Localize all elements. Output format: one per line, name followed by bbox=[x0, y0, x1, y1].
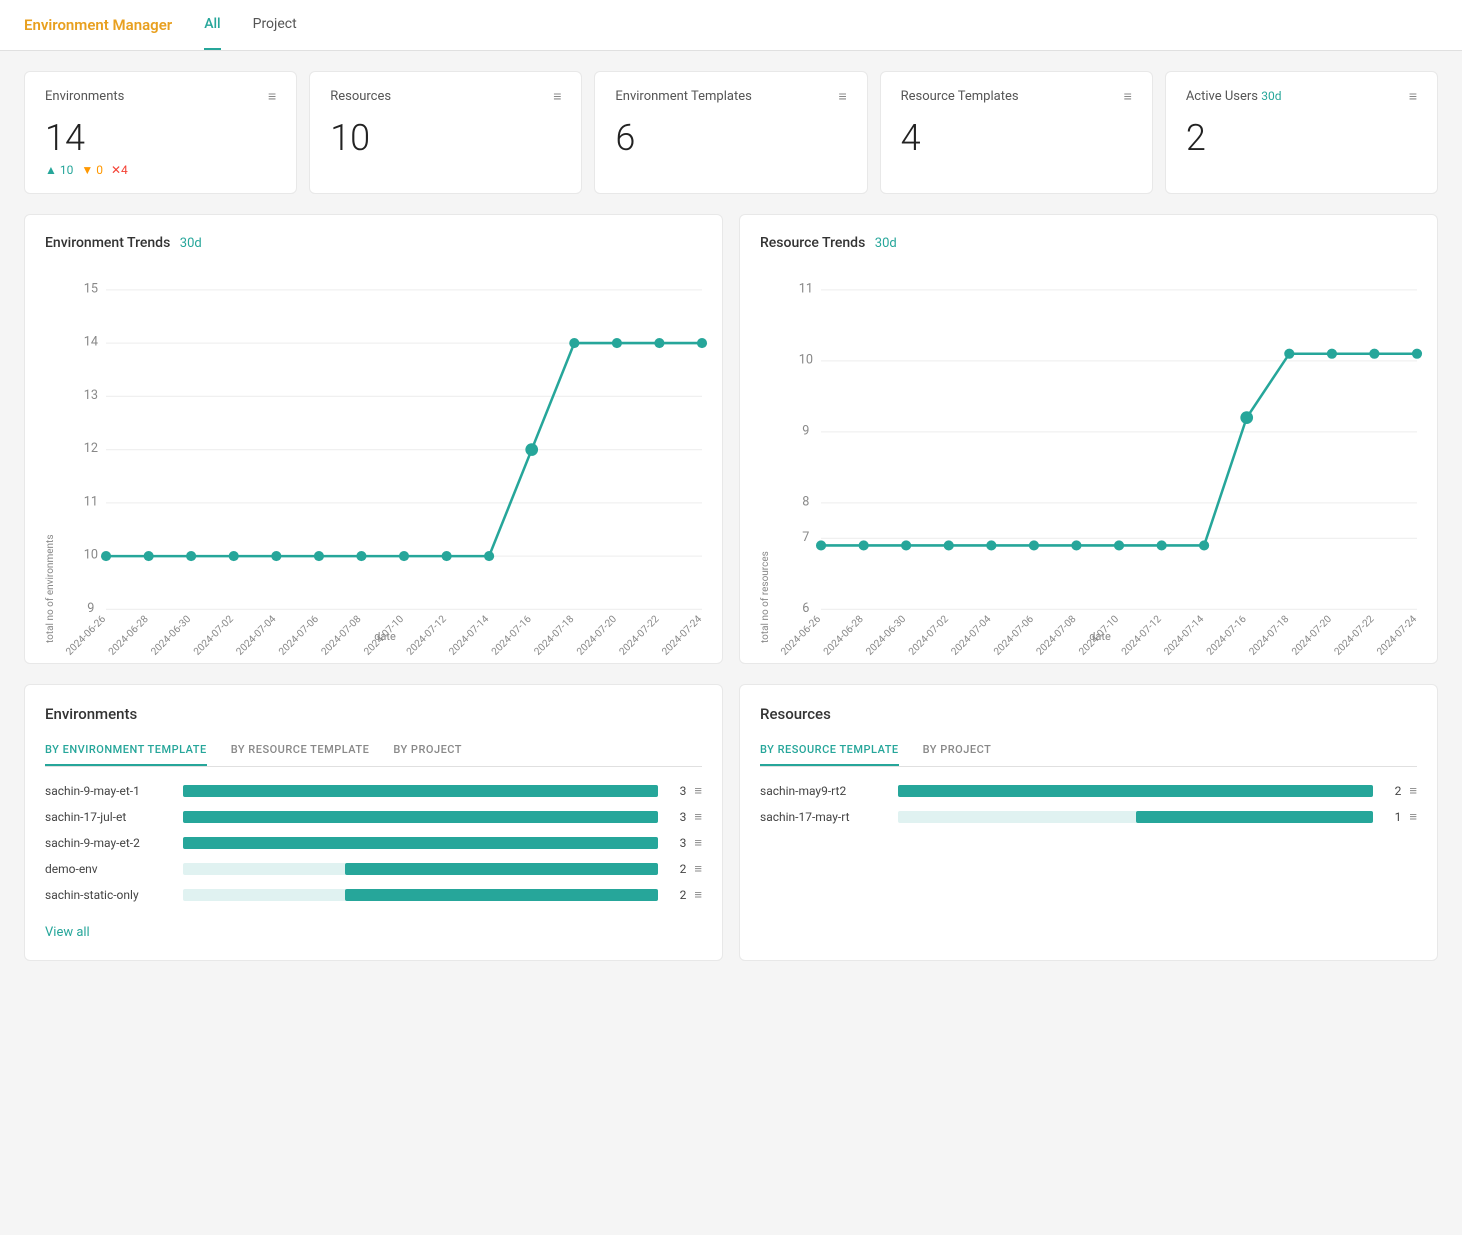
env-trends-period: 30d bbox=[180, 236, 202, 251]
list-item: sachin-9-may-et-1 3 ≡ bbox=[45, 783, 702, 799]
tab-by-env-template[interactable]: BY ENVIRONMENT TEMPLATE bbox=[45, 735, 207, 766]
res-trends-card: Resource Trends 30d total no of resource… bbox=[739, 214, 1438, 664]
resources-card-title: Resources bbox=[330, 89, 391, 104]
list-item: sachin-9-may-et-2 3 ≡ bbox=[45, 835, 702, 851]
view-all-link[interactable]: View all bbox=[45, 925, 90, 940]
active-users-value: 2 bbox=[1186, 117, 1417, 159]
svg-text:13: 13 bbox=[84, 388, 98, 403]
resource-templates-card: Resource Templates ≡ 4 bbox=[880, 71, 1153, 194]
env-y-label: total no of environments bbox=[45, 267, 56, 643]
resource-templates-card-title: Resource Templates bbox=[901, 89, 1019, 104]
resources-tabs: BY RESOURCE TEMPLATE BY PROJECT bbox=[760, 735, 1417, 767]
tab-by-project-env[interactable]: BY PROJECT bbox=[393, 735, 462, 766]
environments-sub: ▲ 10 ▼ 0 ✕4 bbox=[45, 163, 276, 177]
active-users-card: Active Users 30d ≡ 2 bbox=[1165, 71, 1438, 194]
resources-value: 10 bbox=[330, 117, 561, 159]
active-users-card-title: Active Users 30d bbox=[1186, 89, 1282, 104]
nav-tab-all[interactable]: All bbox=[204, 0, 220, 50]
list-item: sachin-static-only 2 ≡ bbox=[45, 887, 702, 903]
charts-row: Environment Trends 30d total no of envir… bbox=[24, 214, 1438, 664]
svg-text:15: 15 bbox=[84, 281, 98, 296]
bottom-row: Environments BY ENVIRONMENT TEMPLATE BY … bbox=[24, 684, 1438, 961]
env-trends-title: Environment Trends 30d bbox=[45, 235, 702, 251]
environments-tabs: BY ENVIRONMENT TEMPLATE BY RESOURCE TEMP… bbox=[45, 735, 702, 767]
list-item: sachin-17-jul-et 3 ≡ bbox=[45, 809, 702, 825]
resource-templates-value: 4 bbox=[901, 117, 1132, 159]
resources-bars: sachin-may9-rt2 2 ≡ sachin-17-may-rt 1 ≡ bbox=[760, 783, 1417, 825]
resources-card: Resources ≡ 10 bbox=[309, 71, 582, 194]
env-row-2-icon[interactable]: ≡ bbox=[694, 809, 702, 825]
tab-by-resource-template-env[interactable]: BY RESOURCE TEMPLATE bbox=[231, 735, 370, 766]
svg-text:9: 9 bbox=[802, 423, 809, 438]
res-trends-title: Resource Trends 30d bbox=[760, 235, 1417, 251]
list-item: demo-env 2 ≡ bbox=[45, 861, 702, 877]
res-trends-period: 30d bbox=[875, 236, 897, 251]
tab-by-project-res[interactable]: BY PROJECT bbox=[923, 735, 992, 766]
env-templates-card: Environment Templates ≡ 6 bbox=[594, 71, 867, 194]
environments-value: 14 bbox=[45, 117, 276, 159]
env-cross: ✕4 bbox=[111, 163, 128, 177]
svg-text:14: 14 bbox=[84, 335, 98, 350]
env-templates-list-icon[interactable]: ≡ bbox=[838, 88, 846, 105]
main-content: Environments ≡ 14 ▲ 10 ▼ 0 ✕4 Resources … bbox=[0, 51, 1462, 981]
list-item: sachin-17-may-rt 1 ≡ bbox=[760, 809, 1417, 825]
svg-text:6: 6 bbox=[802, 601, 809, 616]
res-trends-chart: 11 10 9 8 7 6 bbox=[783, 267, 1417, 622]
svg-text:10: 10 bbox=[799, 352, 813, 367]
svg-text:10: 10 bbox=[84, 548, 98, 563]
environments-card-title: Environments bbox=[45, 89, 124, 104]
res-row-2-icon[interactable]: ≡ bbox=[1409, 809, 1417, 825]
nav-brand[interactable]: Environment Manager bbox=[24, 0, 172, 50]
res-y-label: total no of resources bbox=[760, 267, 771, 643]
svg-text:12: 12 bbox=[84, 441, 98, 456]
env-templates-value: 6 bbox=[615, 117, 846, 159]
environments-section: Environments BY ENVIRONMENT TEMPLATE BY … bbox=[24, 684, 723, 961]
env-row-5-icon[interactable]: ≡ bbox=[694, 887, 702, 903]
environments-card: Environments ≡ 14 ▲ 10 ▼ 0 ✕4 bbox=[24, 71, 297, 194]
svg-text:8: 8 bbox=[802, 494, 809, 509]
tab-by-resource-template[interactable]: BY RESOURCE TEMPLATE bbox=[760, 735, 899, 766]
resources-section-title: Resources bbox=[760, 705, 1417, 723]
list-item: sachin-may9-rt2 2 ≡ bbox=[760, 783, 1417, 799]
svg-text:11: 11 bbox=[84, 494, 98, 509]
env-templates-card-title: Environment Templates bbox=[615, 89, 751, 104]
env-up: ▲ 10 bbox=[45, 163, 73, 177]
env-row-4-icon[interactable]: ≡ bbox=[694, 861, 702, 877]
res-row-1-icon[interactable]: ≡ bbox=[1409, 783, 1417, 799]
environments-list-icon[interactable]: ≡ bbox=[268, 88, 276, 105]
environments-section-title: Environments bbox=[45, 705, 702, 723]
env-down: ▼ 0 bbox=[81, 163, 103, 177]
summary-cards: Environments ≡ 14 ▲ 10 ▼ 0 ✕4 Resources … bbox=[24, 71, 1438, 194]
env-row-1-icon[interactable]: ≡ bbox=[694, 783, 702, 799]
svg-text:9: 9 bbox=[87, 601, 94, 616]
resource-templates-list-icon[interactable]: ≡ bbox=[1124, 88, 1132, 105]
env-row-3-icon[interactable]: ≡ bbox=[694, 835, 702, 851]
top-navigation: Environment Manager All Project bbox=[0, 0, 1462, 51]
environments-bars: sachin-9-may-et-1 3 ≡ sachin-17-jul-et 3… bbox=[45, 783, 702, 903]
svg-text:7: 7 bbox=[802, 530, 809, 545]
active-users-list-icon[interactable]: ≡ bbox=[1409, 88, 1417, 105]
env-trends-card: Environment Trends 30d total no of envir… bbox=[24, 214, 723, 664]
nav-tab-project[interactable]: Project bbox=[253, 0, 297, 50]
env-trends-chart: 15 14 13 12 11 10 9 bbox=[68, 267, 702, 622]
resources-list-icon[interactable]: ≡ bbox=[553, 88, 561, 105]
resources-section: Resources BY RESOURCE TEMPLATE BY PROJEC… bbox=[739, 684, 1438, 961]
svg-text:11: 11 bbox=[799, 281, 813, 296]
